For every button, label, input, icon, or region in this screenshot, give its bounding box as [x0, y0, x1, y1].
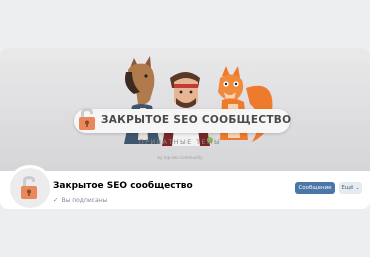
page-title: Закрытое SEO сообщество	[53, 181, 193, 191]
more-button-label: Ещё	[341, 185, 354, 191]
cover-banner-title: ЗАКРЫТОЕ SEO СООБЩЕСТВО	[101, 114, 292, 126]
chevron-down-icon: ⌄	[355, 185, 360, 191]
checkmark-icon: ✓	[53, 196, 59, 204]
avatar[interactable]	[7, 165, 53, 209]
padlock-icon	[21, 176, 37, 199]
cover-banner-subtitle: ПРИВАТНЫЕ ТЕМЫ	[138, 138, 222, 146]
cover-image: ЗАКРЫТОЕ SEO СООБЩЕСТВО ПРИВАТНЫЕ ТЕМЫ b…	[0, 48, 370, 171]
message-button[interactable]: Сообщение	[295, 182, 335, 194]
cover-banner-caption: by top-seo community	[157, 155, 203, 160]
more-button[interactable]: Ещё ⌄	[339, 182, 362, 194]
group-header-card: ЗАКРЫТОЕ SEO СООБЩЕСТВО ПРИВАТНЫЕ ТЕМЫ b…	[0, 48, 370, 209]
subscription-status[interactable]: ✓ Вы подписаны	[53, 196, 107, 204]
subscription-status-label: Вы подписаны	[61, 197, 108, 204]
